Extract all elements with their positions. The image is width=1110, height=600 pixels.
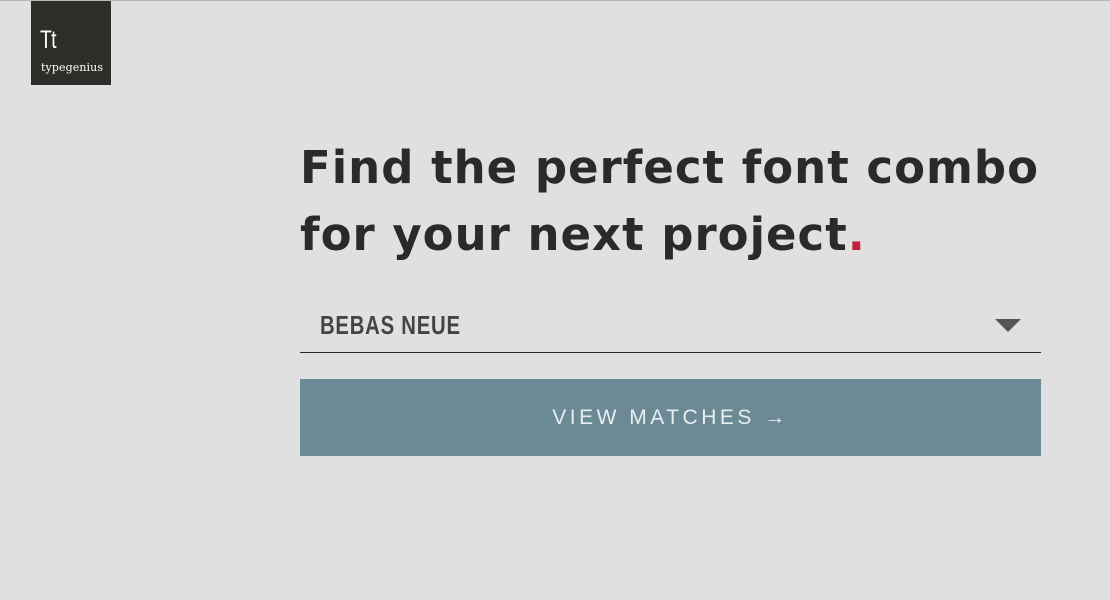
headline-line-2: for your next project.	[300, 201, 1060, 268]
headline-line-1: Find the perfect font combo	[300, 141, 1040, 194]
headline-accent-dot: .	[847, 208, 866, 261]
chevron-down-icon	[995, 319, 1021, 332]
logo-wordmark: typegenius	[41, 61, 104, 74]
font-select-value: BEBAS NEUE	[320, 310, 461, 340]
typegenius-logo[interactable]: Tt typegenius	[31, 1, 111, 85]
font-select-dropdown[interactable]: BEBAS NEUE	[300, 299, 1041, 353]
headline-line-2-text: for your next project	[300, 208, 848, 261]
view-matches-button[interactable]: VIEW MATCHES →	[300, 379, 1041, 456]
logo-mark: Tt	[40, 26, 57, 54]
page-headline: Find the perfect font combo for your nex…	[300, 134, 1060, 268]
